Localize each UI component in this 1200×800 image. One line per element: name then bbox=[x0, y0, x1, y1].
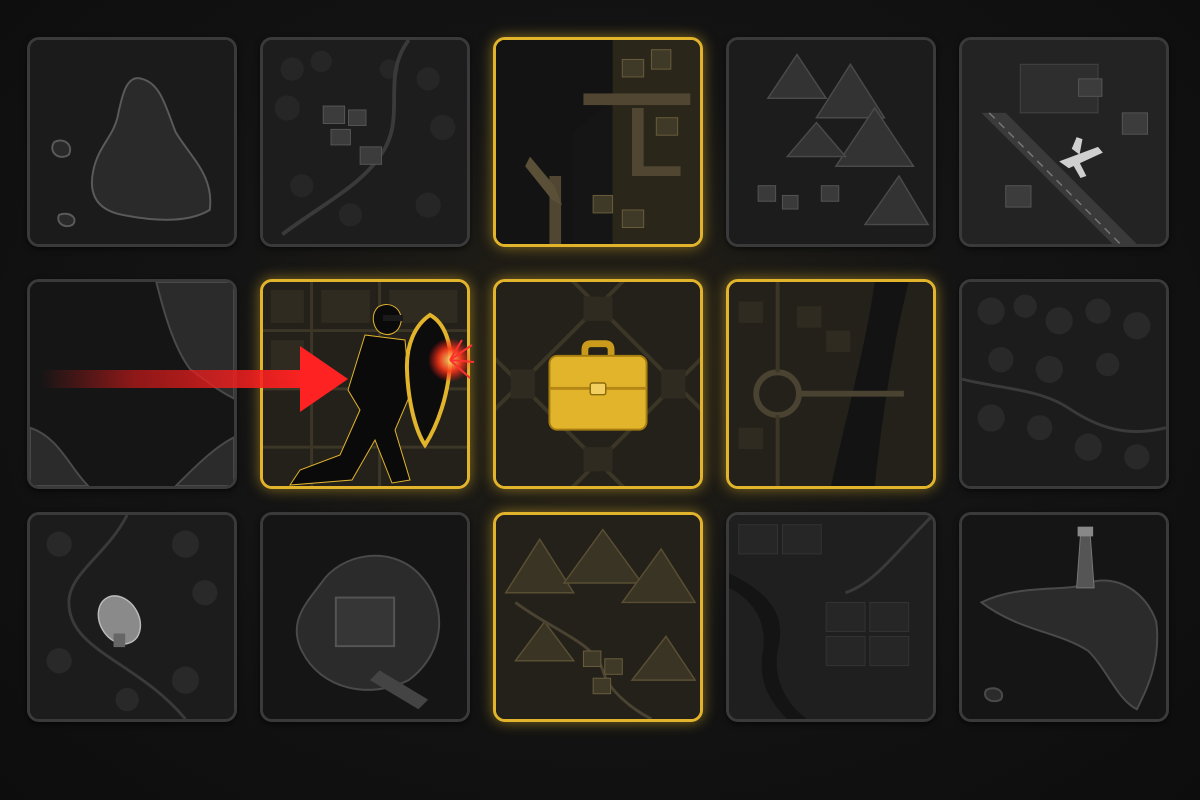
harbor-terrain bbox=[496, 40, 700, 244]
city-guarded-terrain bbox=[263, 282, 467, 486]
tile-forest[interactable] bbox=[959, 279, 1169, 489]
tile-city-river-bridge[interactable] bbox=[726, 279, 936, 489]
tile-farmland-river[interactable] bbox=[726, 512, 936, 722]
tile-airfield[interactable] bbox=[959, 37, 1169, 247]
fortress-island-terrain bbox=[263, 515, 467, 719]
tile-mountains[interactable] bbox=[726, 37, 936, 247]
game-board bbox=[0, 0, 1200, 800]
mountain-village-terrain bbox=[496, 515, 700, 719]
island-terrain bbox=[30, 40, 234, 244]
tile-island[interactable] bbox=[27, 37, 237, 247]
lighthouse-icon bbox=[1076, 526, 1095, 589]
forest-terrain bbox=[962, 282, 1166, 486]
tile-lighthouse-island[interactable] bbox=[959, 512, 1169, 722]
tile-city-objective[interactable] bbox=[493, 279, 703, 489]
mountains-terrain bbox=[729, 40, 933, 244]
tile-mountain-village[interactable] bbox=[493, 512, 703, 722]
forest-radar-terrain bbox=[30, 515, 234, 719]
airfield-terrain bbox=[962, 40, 1166, 244]
tile-forest-radar[interactable] bbox=[27, 512, 237, 722]
city-river-bridge-terrain bbox=[729, 282, 933, 486]
coastline-terrain bbox=[30, 282, 234, 486]
tile-coastline[interactable] bbox=[27, 279, 237, 489]
lighthouse-island-terrain bbox=[962, 515, 1166, 719]
forest-village-terrain bbox=[263, 40, 467, 244]
tile-fortress-island[interactable] bbox=[260, 512, 470, 722]
tile-city-guarded[interactable] bbox=[260, 279, 470, 489]
farmland-river-terrain bbox=[729, 515, 933, 719]
tile-harbor[interactable] bbox=[493, 37, 703, 247]
city-objective-terrain bbox=[496, 282, 700, 486]
tile-forest-village[interactable] bbox=[260, 37, 470, 247]
